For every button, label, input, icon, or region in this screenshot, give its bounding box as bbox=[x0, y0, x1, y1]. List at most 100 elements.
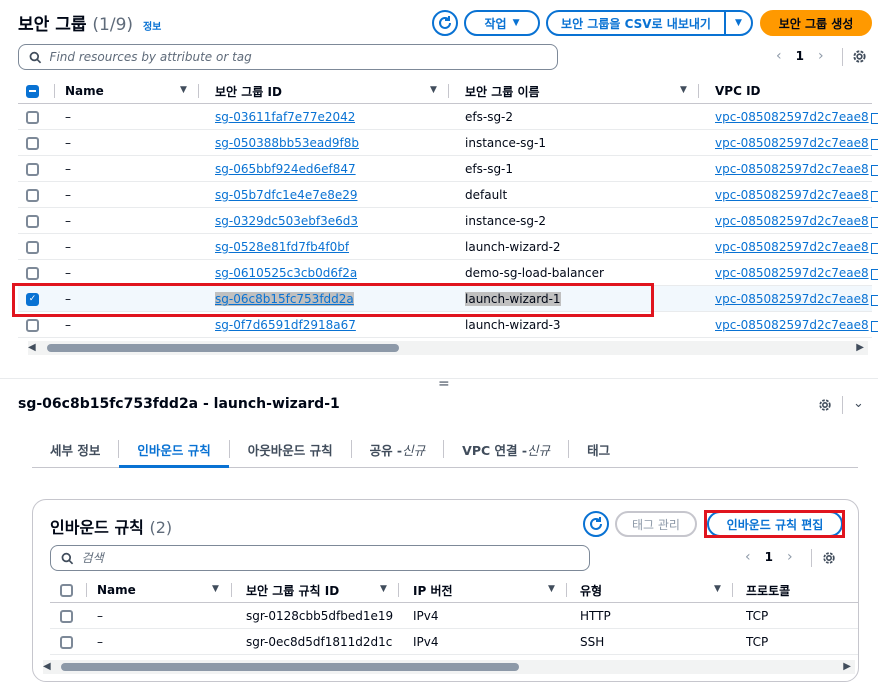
external-link-icon bbox=[870, 294, 878, 306]
select-all-checkbox[interactable] bbox=[26, 78, 39, 104]
col-vpc-id[interactable]: VPC ID bbox=[715, 78, 761, 104]
col-protocol[interactable]: 프로토콜 bbox=[746, 577, 790, 603]
sort-icon[interactable]: ▼ bbox=[430, 85, 437, 95]
vpc-id-link[interactable]: vpc-085082597d2c7eae8 bbox=[715, 312, 878, 338]
chevron-right-icon[interactable]: › bbox=[787, 549, 793, 565]
row-checkbox[interactable] bbox=[26, 104, 39, 130]
export-csv-button[interactable]: 보안 그룹을 CSV로 내보내기 bbox=[546, 10, 726, 36]
security-group-id-link[interactable]: sg-0528e81fd7fb4f0bf bbox=[215, 234, 349, 260]
table-row[interactable]: – sg-0528e81fd7fb4f0bf launch-wizard-2 vpc-… bbox=[18, 234, 878, 260]
settings-icon bbox=[819, 399, 831, 411]
scroll-left-icon[interactable]: ◀ bbox=[28, 342, 36, 353]
row-checkbox[interactable] bbox=[26, 208, 39, 234]
chevron-down-icon[interactable]: ⌄ bbox=[853, 396, 864, 411]
table-row[interactable]: – sgr-0128cbb5dfbed1e19 IPv4 HTTP TCP bbox=[50, 603, 858, 629]
scrollbar-thumb[interactable] bbox=[61, 663, 519, 671]
col-ip-version[interactable]: IP 버전 bbox=[413, 577, 453, 603]
resize-handle-icon[interactable]: = bbox=[438, 376, 450, 392]
scroll-left-icon[interactable]: ◀ bbox=[43, 661, 51, 672]
vpc-id-link[interactable]: vpc-085082597d2c7eae8 bbox=[715, 182, 878, 208]
table-row[interactable]: – sg-050388bb53ead9f8b instance-sg-1 vpc-08… bbox=[18, 130, 878, 156]
chevron-left-icon[interactable]: ‹ bbox=[776, 48, 782, 64]
col-type[interactable]: 유형 bbox=[580, 577, 602, 603]
sort-icon[interactable]: ▼ bbox=[680, 85, 687, 95]
inbound-refresh-button[interactable] bbox=[583, 511, 609, 537]
pager-divider bbox=[842, 48, 843, 66]
resource-search[interactable] bbox=[18, 44, 558, 70]
detail-title: sg-06c8b15fc753fdd2a - launch-wizard-1 bbox=[18, 396, 340, 412]
vpc-id-link[interactable]: vpc-085082597d2c7eae8 bbox=[715, 286, 878, 312]
scroll-right-icon[interactable]: ▶ bbox=[856, 342, 864, 353]
vpc-id-link[interactable]: vpc-085082597d2c7eae8 bbox=[715, 156, 878, 182]
tab-tags[interactable]: 태그 bbox=[569, 432, 628, 466]
col-security-group-id[interactable]: 보안 그룹 ID bbox=[215, 78, 282, 104]
refresh-button[interactable] bbox=[432, 10, 458, 36]
col-name[interactable]: Name bbox=[97, 577, 136, 603]
page-title: 보안 그룹 (1/9) 정보 bbox=[18, 10, 161, 35]
row-checkbox[interactable] bbox=[60, 629, 73, 655]
page-number[interactable]: 1 bbox=[796, 49, 804, 63]
rule-protocol: TCP bbox=[746, 609, 769, 623]
manage-tags-button[interactable]: 태그 관리 bbox=[615, 511, 697, 537]
table-row[interactable]: – sg-0329dc503ebf3e6d3 instance-sg-2 vpc-08… bbox=[18, 208, 878, 234]
row-checkbox[interactable] bbox=[26, 234, 39, 260]
actions-button[interactable]: 작업 ▼ bbox=[464, 10, 540, 36]
external-link-icon bbox=[870, 268, 878, 280]
col-name[interactable]: Name bbox=[65, 78, 104, 104]
detail-settings-button[interactable] bbox=[818, 398, 832, 415]
tab-outbound-rules[interactable]: 아웃바운드 규칙 bbox=[230, 432, 351, 466]
tab-vpc-associations[interactable]: VPC 연결 - 신규 bbox=[444, 432, 568, 466]
sort-icon[interactable]: ▼ bbox=[548, 584, 555, 594]
table-row[interactable]: – sg-03611faf7e77e2042 efs-sg-2 vpc-0850825… bbox=[18, 104, 878, 130]
vpc-id-link[interactable]: vpc-085082597d2c7eae8 bbox=[715, 104, 878, 130]
page-title-text: 보안 그룹 bbox=[18, 15, 87, 35]
info-link[interactable]: 정보 bbox=[143, 22, 161, 33]
inbound-search[interactable] bbox=[50, 545, 590, 571]
table-row[interactable]: – sg-05b7dfc1e4e7e8e29 default vpc-08508259… bbox=[18, 182, 878, 208]
table-settings-button[interactable] bbox=[852, 49, 867, 67]
horizontal-scrollbar[interactable]: ◀ ▶ bbox=[28, 341, 868, 355]
security-group-id-link[interactable]: sg-065bbf924ed6ef847 bbox=[215, 156, 356, 182]
sort-icon[interactable]: ▼ bbox=[180, 85, 187, 95]
page-number[interactable]: 1 bbox=[765, 550, 773, 564]
chevron-left-icon[interactable]: ‹ bbox=[745, 549, 751, 565]
tab-sharing[interactable]: 공유 - 신규 bbox=[352, 432, 444, 466]
security-group-id-link[interactable]: sg-05b7dfc1e4e7e8e29 bbox=[215, 182, 358, 208]
export-dropdown-button[interactable]: ▼ bbox=[724, 10, 753, 36]
row-name: – bbox=[65, 214, 71, 228]
sort-icon[interactable]: ▼ bbox=[714, 584, 721, 594]
detail-divider bbox=[842, 396, 843, 414]
security-group-name: launch-wizard-2 bbox=[465, 240, 561, 254]
row-checkbox[interactable] bbox=[26, 130, 39, 156]
scroll-right-icon[interactable]: ▶ bbox=[843, 661, 851, 672]
row-checkbox[interactable] bbox=[60, 603, 73, 629]
tab-details[interactable]: 세부 정보 bbox=[32, 432, 118, 466]
vpc-id-link[interactable]: vpc-085082597d2c7eae8 bbox=[715, 260, 878, 286]
col-rule-id[interactable]: 보안 그룹 규칙 ID bbox=[246, 577, 339, 603]
security-group-name: default bbox=[465, 188, 508, 202]
sort-icon[interactable]: ▼ bbox=[380, 584, 387, 594]
table-row[interactable]: – sg-065bbf924ed6ef847 efs-sg-1 vpc-0850825… bbox=[18, 156, 878, 182]
sort-icon[interactable]: ▼ bbox=[212, 584, 219, 594]
vpc-id-link[interactable]: vpc-085082597d2c7eae8 bbox=[715, 234, 878, 260]
row-checkbox[interactable] bbox=[26, 182, 39, 208]
table-row[interactable]: – sgr-0ec8d5df1811d2d1c IPv4 SSH TCP bbox=[50, 629, 858, 655]
vpc-id-link[interactable]: vpc-085082597d2c7eae8 bbox=[715, 208, 878, 234]
col-security-group-name[interactable]: 보안 그룹 이름 bbox=[465, 78, 540, 104]
scrollbar-thumb[interactable] bbox=[47, 344, 399, 352]
inbound-settings-button[interactable] bbox=[822, 551, 836, 568]
chevron-right-icon[interactable]: › bbox=[818, 48, 824, 64]
inbound-search-input[interactable] bbox=[79, 550, 589, 566]
security-group-id-link[interactable]: sg-0329dc503ebf3e6d3 bbox=[215, 208, 358, 234]
settings-icon bbox=[853, 50, 866, 63]
tab-inbound-rules[interactable]: 인바운드 규칙 bbox=[119, 432, 230, 468]
search-input[interactable] bbox=[47, 49, 557, 65]
inbound-horizontal-scrollbar[interactable]: ◀ ▶ bbox=[43, 660, 855, 674]
row-checkbox[interactable] bbox=[26, 156, 39, 182]
create-security-group-button[interactable]: 보안 그룹 생성 bbox=[760, 10, 872, 36]
select-all-checkbox[interactable] bbox=[60, 577, 73, 603]
vpc-id-link[interactable]: vpc-085082597d2c7eae8 bbox=[715, 130, 878, 156]
security-group-id-link[interactable]: sg-050388bb53ead9f8b bbox=[215, 130, 359, 156]
security-group-id-link[interactable]: sg-03611faf7e77e2042 bbox=[215, 104, 355, 130]
security-group-name: efs-sg-2 bbox=[465, 110, 514, 124]
